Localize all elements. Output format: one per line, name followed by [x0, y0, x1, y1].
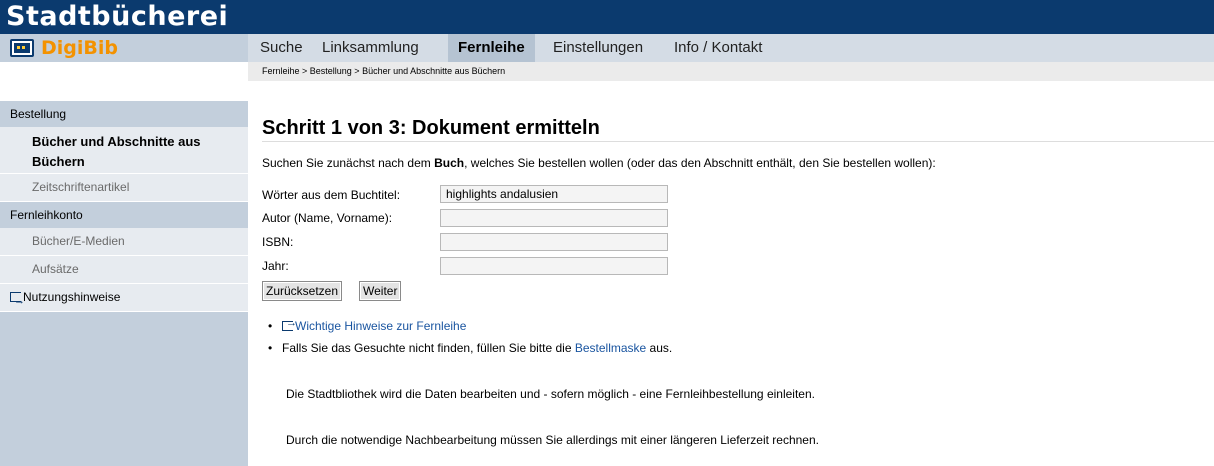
hints-link[interactable]: Wichtige Hinweise zur Fernleihe [295, 319, 466, 333]
intro-text-start: Suchen Sie zunächst nach dem [262, 156, 435, 170]
isbn-input[interactable] [440, 233, 668, 251]
sidebar-item-zeitschriftenartikel[interactable]: Zeitschriftenartikel [0, 174, 248, 202]
sidebar-item-buecher-line2: Büchern [32, 154, 85, 169]
tab-linksammlung[interactable]: Linksammlung [312, 34, 429, 62]
list-item: • Falls Sie das Gesuchte nicht finden, fü… [268, 341, 673, 355]
author-input[interactable] [440, 209, 668, 227]
external-link-icon [10, 288, 25, 315]
tab-einstellungen[interactable]: Einstellungen [543, 34, 653, 62]
main-content: Schritt 1 von 3: Dokument ermitteln Such… [248, 101, 1214, 466]
sidebar-item-buecher-emedien[interactable]: Bücher/E-Medien [0, 228, 248, 256]
sidebar-item-nutzungshinweise[interactable]: Nutzungshinweise [0, 284, 248, 315]
notfound-text-end: aus. [646, 341, 673, 355]
sidebar-item-buecher-abschnitte[interactable]: Bücher und Abschnitte aus Büchern [0, 127, 248, 174]
page-title: Schritt 1 von 3: Dokument ermitteln [262, 117, 600, 139]
external-link-icon [282, 317, 297, 331]
processing-note: Die Stadtbliothek wird die Daten bearbei… [286, 387, 815, 401]
main-nav-tabs: Suche Linksammlung Fernleihe Einstellung… [248, 34, 1214, 62]
tab-suche[interactable]: Suche [250, 34, 313, 62]
isbn-label: ISBN: [262, 235, 294, 249]
sidebar-section-bestellung[interactable]: Bestellung [0, 101, 248, 127]
title-words-input[interactable] [440, 185, 668, 203]
nav-row: DigiBib Suche Linksammlung Fernleihe Ein… [0, 34, 1214, 62]
tab-info-kontakt[interactable]: Info / Kontakt [664, 34, 772, 62]
title-divider [262, 141, 1214, 142]
brand-title: Stadtbücherei [6, 1, 229, 32]
notfound-text-start: Falls Sie das Gesuchte nicht finden, fül… [282, 341, 575, 355]
intro-text-bold: Buch [434, 156, 465, 170]
digibib-logo[interactable]: DigiBib [0, 34, 248, 62]
sidebar: Bestellung Bücher und Abschnitte aus Büc… [0, 101, 248, 466]
delivery-note: Durch die notwendige Nachbearbeitung müs… [286, 433, 819, 447]
brand-bar: Stadtbücherei [0, 0, 1214, 34]
intro-text: Suchen Sie zunächst nach dem Buch, welch… [262, 156, 936, 170]
header-spacer [0, 62, 248, 81]
title-words-label: Wörter aus dem Buchtitel: [262, 188, 401, 202]
order-form-link[interactable]: Bestellmaske [575, 341, 646, 355]
sidebar-item-nutzungshinweise-label: Nutzungshinweise [23, 290, 121, 304]
sidebar-item-aufsaetze[interactable]: Aufsätze [0, 256, 248, 284]
monitor-icon [10, 39, 34, 57]
logo-text: DigiBib [41, 37, 118, 59]
reset-button[interactable]: Zurücksetzen [262, 281, 343, 301]
year-label: Jahr: [262, 259, 289, 273]
intro-text-end: , welches Sie bestellen wollen (oder das… [464, 156, 936, 170]
list-item: •Wichtige Hinweise zur Fernleihe [268, 317, 466, 333]
author-label: Autor (Name, Vorname): [262, 211, 393, 225]
sidebar-item-buecher-line1: Bücher und Abschnitte aus [32, 134, 201, 149]
next-button[interactable]: Weiter [359, 281, 402, 301]
breadcrumb: Fernleihe > Bestellung > Bücher und Absc… [248, 62, 1214, 81]
year-input[interactable] [440, 257, 668, 275]
tab-fernleihe[interactable]: Fernleihe [448, 34, 535, 62]
sidebar-section-fernleihkonto[interactable]: Fernleihkonto [0, 202, 248, 228]
